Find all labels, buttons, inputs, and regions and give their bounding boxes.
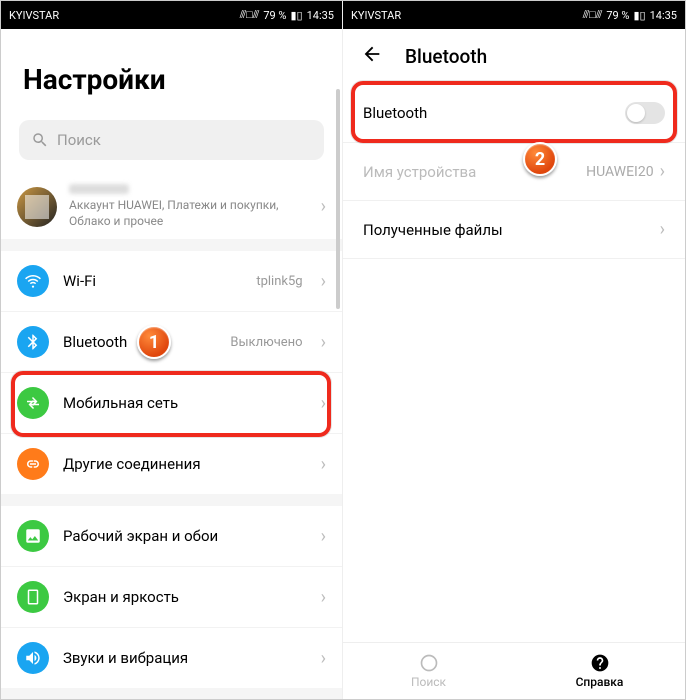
bluetooth-icon [17, 326, 49, 358]
topbar: Bluetooth [343, 29, 685, 84]
display-icon [17, 581, 49, 613]
compass-icon [419, 653, 439, 673]
item-label: Wi-Fi [63, 272, 242, 290]
link-icon [17, 448, 49, 480]
account-subtitle: Аккаунт HUAWEI, Платежи и покупки, Облак… [69, 198, 309, 229]
item-label: Рабочий экран и обои [63, 527, 307, 545]
chevron-right-icon: › [321, 648, 326, 669]
chevron-right-icon: › [321, 587, 326, 608]
item-value: tplink5g [256, 274, 302, 289]
chevron-right-icon: › [660, 219, 665, 240]
mobile-network-icon [17, 387, 49, 419]
status-bar: KYIVSTAR ⫻□⫻ 79 % ▮▯ 14:35 [1, 1, 342, 29]
bottom-tab-bar: Поиск Справка [343, 642, 685, 699]
screen-title: Bluetooth [405, 45, 487, 68]
settings-item-display[interactable]: Экран и яркость › [1, 567, 342, 628]
tab-search[interactable]: Поиск [343, 643, 514, 699]
help-icon [590, 653, 610, 673]
time-label: 14:35 [307, 9, 334, 22]
bluetooth-toggle-row[interactable]: Bluetooth [343, 84, 685, 143]
item-label: Звуки и вибрация [63, 649, 307, 667]
search-placeholder: Поиск [57, 131, 101, 149]
sound-icon [17, 642, 49, 674]
account-name-blurred [69, 184, 129, 194]
battery-icon: ▮▯ [633, 9, 645, 22]
annotation-marker-1: 1 [137, 325, 171, 359]
avatar [17, 187, 57, 227]
settings-item-connections[interactable]: Другие соединения › [1, 434, 342, 494]
search-icon [31, 131, 49, 149]
settings-item-sound[interactable]: Звуки и вибрация › [1, 628, 342, 688]
received-files-row[interactable]: Полученные файлы › [343, 201, 685, 259]
row-value: HUAWEI20 [586, 164, 654, 180]
bluetooth-toggle[interactable] [625, 102, 665, 124]
time-label: 14:35 [650, 9, 677, 22]
phone-left-settings: KYIVSTAR ⫻□⫻ 79 % ▮▯ 14:35 Настройки Пои… [1, 1, 343, 699]
tab-help[interactable]: Справка [514, 643, 685, 699]
carrier-label: KYIVSTAR [9, 9, 59, 22]
item-label: Мобильная сеть [63, 394, 307, 412]
settings-item-mobile[interactable]: Мобильная сеть › [1, 373, 342, 434]
vibrate-icon: ⫻□⫻ [240, 8, 260, 22]
chevron-right-icon: › [321, 393, 326, 414]
battery-label: 79 % [606, 9, 629, 22]
settings-item-wifi[interactable]: Wi-Fi tplink5g › [1, 251, 342, 312]
battery-icon: ▮▯ [290, 9, 302, 22]
account-row[interactable]: Аккаунт HUAWEI, Платежи и покупки, Облак… [1, 174, 342, 239]
back-button[interactable] [361, 43, 383, 70]
phone-right-bluetooth: KYIVSTAR ⫻□⫻ 79 % ▮▯ 14:35 Bluetooth Blu… [343, 1, 685, 699]
carrier-label: KYIVSTAR [351, 9, 401, 22]
row-label: Полученные файлы [363, 221, 660, 239]
chevron-right-icon: › [321, 196, 326, 217]
battery-label: 79 % [263, 9, 286, 22]
status-bar: KYIVSTAR ⫻□⫻ 79 % ▮▯ 14:35 [343, 1, 685, 29]
chevron-right-icon: › [321, 271, 326, 292]
chevron-right-icon: › [321, 332, 326, 353]
settings-item-bluetooth[interactable]: Bluetooth Выключено › [1, 312, 342, 373]
annotation-marker-2: 2 [523, 142, 557, 176]
wifi-icon [17, 265, 49, 297]
item-value: Выключено [230, 335, 302, 350]
wallpaper-icon [17, 520, 49, 552]
item-label: Другие соединения [63, 455, 307, 473]
page-title: Настройки [1, 29, 342, 120]
scrollbar[interactable] [336, 89, 340, 309]
chevron-right-icon: › [321, 454, 326, 475]
settings-item-wallpaper[interactable]: Рабочий экран и обои › [1, 506, 342, 567]
device-name-row: Имя устройства HUAWEI20 › [343, 143, 685, 201]
chevron-right-icon: › [321, 526, 326, 547]
row-label: Bluetooth [363, 104, 625, 122]
chevron-right-icon: › [660, 161, 665, 182]
vibrate-icon: ⫻□⫻ [583, 8, 603, 22]
search-input[interactable]: Поиск [19, 120, 324, 160]
item-label: Экран и яркость [63, 588, 307, 606]
